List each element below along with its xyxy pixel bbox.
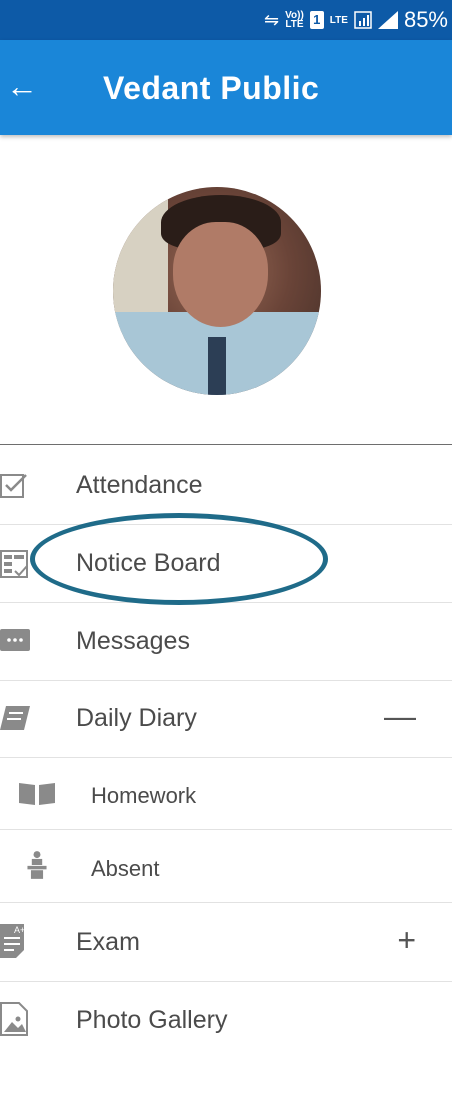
volte-bottom-text: LTE	[285, 19, 304, 30]
menu-item-notice-board[interactable]: Notice Board	[0, 525, 452, 603]
data-arrows-icon: ⇋	[264, 9, 280, 30]
app-title: Vedant Public	[103, 70, 320, 106]
volte-indicator: Vo)) LTE	[285, 11, 304, 30]
chat-bubble-icon	[0, 629, 30, 651]
menu-item-absent[interactable]: Absent	[0, 830, 452, 903]
menu-label-daily-diary: Daily Diary	[76, 704, 197, 732]
checklist-icon	[0, 550, 28, 578]
lte-indicator: LTE	[329, 14, 348, 26]
menu-item-photo-gallery[interactable]: Photo Gallery	[0, 982, 452, 1059]
signal-strength-icon	[377, 11, 398, 29]
menu-item-messages[interactable]: Messages	[0, 603, 452, 681]
menu-item-homework[interactable]: Homework	[0, 757, 452, 830]
profile-divider	[0, 444, 452, 445]
menu-item-exam[interactable]: A+ Exam +	[0, 904, 452, 982]
profile-avatar[interactable]	[113, 187, 321, 395]
menu-label-notice-board: Notice Board	[76, 549, 221, 577]
app-bar: ← Vedant Public	[0, 40, 452, 135]
person-at-desk-icon	[27, 851, 47, 879]
graded-sheet-icon: A+	[0, 924, 25, 958]
status-bar: ⇋ Vo)) LTE 1 LTE 85%	[0, 0, 452, 40]
menu-item-daily-diary[interactable]: Daily Diary —	[0, 680, 452, 758]
image-file-icon	[0, 1002, 28, 1036]
back-arrow-icon[interactable]: ←	[6, 68, 38, 104]
menu-label-absent: Absent	[91, 856, 160, 881]
menu-item-attendance[interactable]: Attendance	[0, 447, 452, 525]
collapse-minus-icon[interactable]: —	[384, 700, 416, 732]
svg-text:A+: A+	[14, 925, 25, 935]
avatar-face	[173, 222, 268, 327]
sim-icon: 1	[309, 11, 324, 29]
menu-label-attendance: Attendance	[76, 471, 203, 499]
notebook-icon	[0, 706, 30, 730]
expand-plus-icon[interactable]: +	[397, 924, 416, 956]
signal-box-icon	[354, 11, 372, 29]
avatar-tie	[208, 337, 226, 395]
checkbox-icon	[0, 474, 27, 498]
menu-label-photo-gallery: Photo Gallery	[76, 1006, 228, 1034]
battery-percentage: 85%	[403, 7, 448, 32]
menu-label-exam: Exam	[76, 928, 140, 956]
menu-label-homework: Homework	[91, 783, 197, 808]
status-icons: ⇋ Vo)) LTE 1 LTE 85%	[264, 0, 448, 40]
open-book-icon	[19, 783, 55, 805]
menu-label-messages: Messages	[76, 627, 190, 655]
